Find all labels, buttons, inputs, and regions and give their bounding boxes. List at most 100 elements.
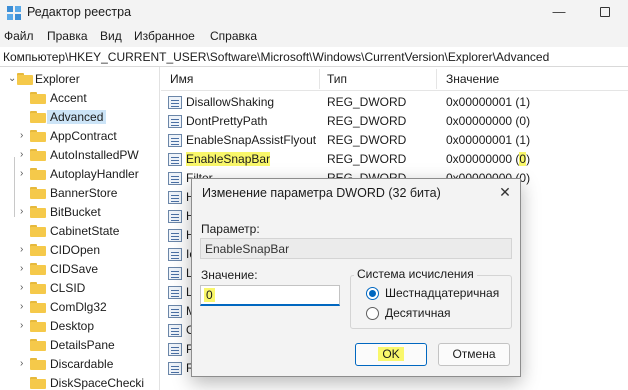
tree-guide-line <box>14 157 15 217</box>
folder-icon <box>30 282 46 294</box>
chevron-right-icon[interactable]: › <box>20 205 30 219</box>
dword-value-icon <box>168 210 182 223</box>
column-value-header[interactable]: Значение <box>446 72 499 86</box>
folder-icon <box>30 130 46 142</box>
folder-icon <box>30 168 46 180</box>
value-data: 0x00000000 (0) <box>446 152 530 166</box>
folder-icon <box>30 149 46 161</box>
folder-icon <box>30 92 46 104</box>
ok-button-label: OK <box>378 347 404 361</box>
tree-item-label: Discardable <box>50 357 114 371</box>
chevron-right-icon[interactable]: › <box>20 357 30 371</box>
tree-item-label: Desktop <box>50 319 95 333</box>
menu-edit[interactable]: Правка <box>47 29 88 43</box>
folder-icon <box>30 187 46 199</box>
dword-value-icon <box>168 362 182 375</box>
tree-item-label: CIDSave <box>50 262 99 276</box>
menu-view[interactable]: Вид <box>100 29 122 43</box>
tree-item-label: CabinetState <box>50 224 120 238</box>
dword-value-icon <box>168 286 182 299</box>
chevron-right-icon[interactable]: › <box>20 300 30 314</box>
chevron-right-icon[interactable]: › <box>20 243 30 257</box>
dword-value-icon <box>168 324 182 337</box>
tree-item-label: Advanced <box>47 110 107 124</box>
minimize-button[interactable]: — <box>536 0 582 26</box>
chevron-right-icon[interactable]: › <box>20 262 30 276</box>
radio-decimal[interactable] <box>366 307 379 320</box>
value-data: 0x00000001 (1) <box>446 95 531 109</box>
window-title: Редактор реестра <box>27 5 132 19</box>
value-input-text[interactable]: 0 <box>204 288 215 302</box>
tree-item-label: AutoInstalledPW <box>50 148 139 162</box>
value-data-suffix: ) <box>526 152 531 166</box>
column-divider[interactable] <box>436 69 437 89</box>
radio-hexadecimal-label[interactable]: Шестнадцатеричная <box>385 286 499 300</box>
tree-item-label: AppContract <box>50 129 117 143</box>
column-divider[interactable] <box>319 69 320 89</box>
dword-value-icon <box>168 305 182 318</box>
maximize-icon <box>600 7 610 17</box>
folder-icon <box>30 206 46 218</box>
tree-item-label: DiskSpaceChecki <box>50 376 145 390</box>
column-type-header[interactable]: Тип <box>327 72 347 86</box>
parameter-label: Параметр: <box>201 222 260 236</box>
address-path[interactable]: Компьютер\HKEY_CURRENT_USER\Software\Mic… <box>3 50 549 64</box>
value-data-prefix: 0x00000000 ( <box>446 152 520 166</box>
chevron-right-icon[interactable]: › <box>20 129 30 143</box>
value-name: DisallowShaking <box>186 95 275 109</box>
dialog-title: Изменение параметра DWORD (32 бита) <box>202 186 441 200</box>
value-name: DontPrettyPath <box>186 114 268 128</box>
list-row[interactable]: EnableSnapAssistFlyout REG_DWORD 0x00000… <box>161 131 628 150</box>
dword-value-icon <box>168 191 182 204</box>
cancel-button-label: Отмена <box>452 347 496 361</box>
value-name: EnableSnapAssistFlyout <box>186 133 317 147</box>
base-group-label: Система исчисления <box>354 267 477 281</box>
value-data: 0x00000001 (1) <box>446 133 531 147</box>
chevron-right-icon[interactable]: › <box>20 148 30 162</box>
column-name-header[interactable]: Имя <box>170 72 193 86</box>
radio-hexadecimal[interactable] <box>366 287 379 300</box>
folder-icon <box>30 263 46 275</box>
dword-value-icon <box>168 115 182 128</box>
folder-icon <box>30 225 46 237</box>
dword-value-icon <box>168 153 182 166</box>
chevron-right-icon[interactable]: › <box>20 319 30 333</box>
registry-editor-icon <box>7 6 21 20</box>
tree-item-label: CLSID <box>50 281 86 295</box>
menu-file[interactable]: Файл <box>4 29 34 43</box>
radio-decimal-label[interactable]: Десятичная <box>385 306 451 320</box>
maximize-button[interactable] <box>582 0 628 26</box>
menu-bar: Файл Правка Вид Избранное Справка <box>0 26 628 47</box>
address-bar[interactable]: Компьютер\HKEY_CURRENT_USER\Software\Mic… <box>0 47 628 67</box>
title-bar: Редактор реестра — <box>0 0 628 26</box>
tree-item-label: AutoplayHandler <box>50 167 139 181</box>
list-row[interactable]: DisallowShaking REG_DWORD 0x00000001 (1) <box>161 93 628 112</box>
chevron-right-icon[interactable]: › <box>20 167 30 181</box>
dword-value-icon <box>168 96 182 109</box>
dword-value-icon <box>168 343 182 356</box>
folder-icon <box>30 244 46 256</box>
menu-favorites[interactable]: Избранное <box>134 29 195 43</box>
list-header: Имя Тип Значение <box>161 67 628 91</box>
folder-icon <box>30 111 46 123</box>
list-row-selected[interactable]: EnableSnapBar REG_DWORD 0x00000000 (0) <box>161 150 628 169</box>
chevron-right-icon[interactable]: › <box>20 281 30 295</box>
list-row[interactable]: DontPrettyPath REG_DWORD 0x00000000 (0) <box>161 112 628 131</box>
menu-help[interactable]: Справка <box>210 29 257 43</box>
folder-icon <box>30 358 46 370</box>
folder-icon <box>30 320 46 332</box>
tree-item-label: CIDOpen <box>50 243 101 257</box>
cancel-button[interactable]: Отмена <box>438 343 510 366</box>
parameter-name-field: EnableSnapBar <box>200 238 512 259</box>
tree-item-label: ComDlg32 <box>50 300 107 314</box>
value-name: EnableSnapBar <box>186 152 271 166</box>
value-input[interactable]: 0 <box>200 285 340 306</box>
ok-button[interactable]: OK <box>355 343 427 366</box>
value-type: REG_DWORD <box>327 114 407 128</box>
folder-icon <box>30 339 46 351</box>
close-icon[interactable]: ✕ <box>492 181 518 203</box>
tree-item-label: Explorer <box>35 72 80 86</box>
folder-icon <box>30 377 46 389</box>
tree-item-label: DetailsPane <box>50 338 115 352</box>
tree-item-label: BitBucket <box>50 205 101 219</box>
